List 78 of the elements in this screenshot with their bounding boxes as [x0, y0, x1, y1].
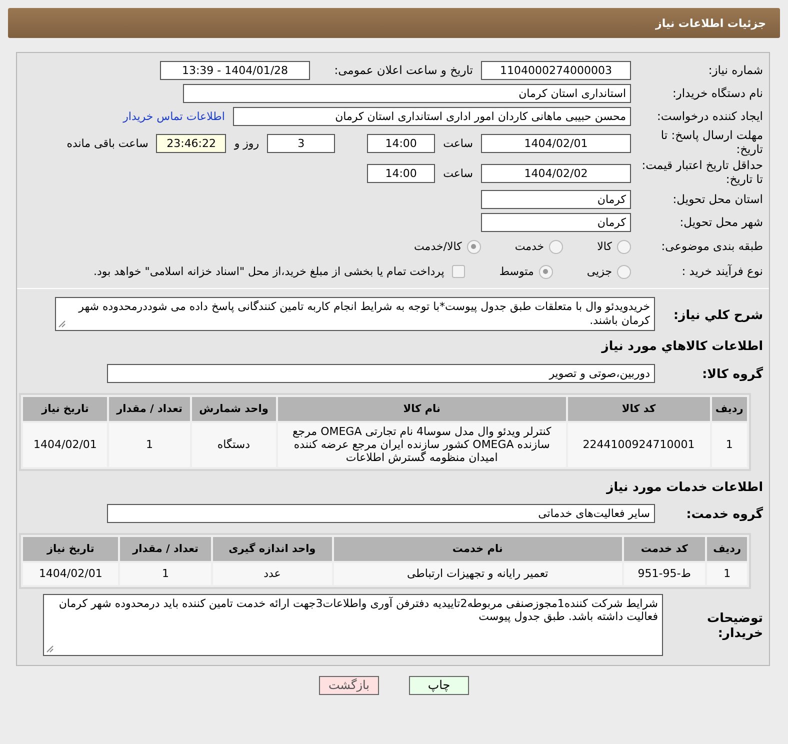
- creator-field: محسن حبیبی ماهانی کاردان امور اداری استانداری استان کرمان: [233, 107, 631, 126]
- column-header: واحد اندازه گیری: [212, 536, 332, 561]
- field-label: گروه کالا:: [701, 366, 763, 380]
- resize-grip-icon[interactable]: [58, 320, 66, 328]
- buyer-org-field: استانداری استان کرمان: [183, 84, 631, 103]
- remaining-label: ساعت باقی مانده: [66, 136, 148, 150]
- table-cell: کنترلر ویدئو وال مدل سوسا4 نام تجارتی OMEGA مرجع سازنده OMEGA کشور سازنده ایران مرجع عرضه کننده امیدان منظومه گسترش اطلاعات: [278, 423, 566, 467]
- date-field: 1404/02/01: [481, 134, 631, 152]
- radio-button[interactable]: [538, 264, 553, 278]
- description-field[interactable]: خریدویدئو وال با متعلقات طبق جدول پیوست*با توجه به شرایط انجام کاربه تامین کنندگانی پاسخ داده می شوددرمحدوده شهر کرمان باشند.: [55, 297, 655, 331]
- resize-grip-icon[interactable]: [46, 644, 54, 653]
- print-button[interactable]: چاپ: [409, 676, 469, 695]
- time-label: ساعت: [443, 166, 473, 180]
- table-cell: تعمیر رایانه و تجهیزات ارتباطی: [334, 562, 622, 585]
- field-label: شهر محل تحویل:: [678, 216, 763, 230]
- radio-button[interactable]: [617, 264, 631, 278]
- column-header: تاریخ نیاز: [23, 397, 108, 421]
- checkbox-label: پرداخت تمام یا بخشی از مبلغ خرید،از محل "اسناد خزانه اسلامی" خواهد بود.: [94, 265, 444, 278]
- radio-button[interactable]: [549, 240, 564, 254]
- field-label: طبقه بندی موضوعی:: [660, 240, 763, 254]
- field-label: استان محل تحویل:: [672, 192, 763, 206]
- table-cell: دستگاه: [192, 423, 276, 467]
- column-header: ردیف: [712, 397, 747, 421]
- days-field: 3: [267, 134, 336, 152]
- checkbox[interactable]: [452, 265, 466, 278]
- field-label: توضیحات خریدار:: [706, 610, 763, 640]
- days-label: روز و: [234, 136, 260, 150]
- date-field: 1404/02/02: [481, 164, 631, 182]
- announce-date-field: 1404/01/28 - 13:39: [160, 61, 310, 80]
- radio-label: کالا: [597, 240, 612, 253]
- radio-button[interactable]: [617, 240, 631, 254]
- column-header: نام خدمت: [334, 536, 622, 561]
- time-label: ساعت: [443, 136, 473, 150]
- column-header: واحد شمارش: [192, 397, 276, 421]
- field-label: حداقل تاریخ اعتبار قیمت: تا تاریخ:: [640, 159, 763, 187]
- radio-label: متوسط: [499, 265, 534, 278]
- table-cell: 1: [120, 562, 211, 585]
- field-label: ایجاد کننده درخواست:: [656, 110, 763, 124]
- remaining-time-field: 23:46:22: [156, 134, 226, 152]
- page-header: جزئیات اطلاعات نیاز: [8, 8, 780, 38]
- field-label: شماره نیاز:: [707, 64, 763, 78]
- column-header: تعداد / مقدار: [120, 536, 211, 561]
- section-title: اطلاعات کالاهاي مورد نياز: [600, 338, 763, 352]
- time-field: 14:00: [367, 134, 436, 152]
- radio-label: خدمت: [514, 240, 544, 253]
- table-cell: 1: [712, 423, 747, 467]
- contact-link[interactable]: اطلاعات تماس خریدار: [123, 110, 225, 123]
- section-title: اطلاعات خدمات مورد نياز: [605, 479, 763, 494]
- field-label: شرح کلي نياز:: [672, 306, 763, 322]
- radio-label: جزیی: [586, 265, 612, 278]
- column-header: کد کالا: [568, 397, 710, 421]
- table-cell: 1: [707, 562, 747, 585]
- service-group-field: سایر فعالیت‌های خدماتی: [107, 504, 655, 524]
- radio-label: کالا/خدمت: [414, 240, 462, 253]
- table-cell: 1404/02/01: [23, 423, 108, 467]
- time-field: 14:00: [367, 164, 436, 182]
- table-cell: عدد: [212, 562, 332, 585]
- goods-group-field: دوربین،صوتی و تصویر: [107, 364, 655, 382]
- province-field: کرمان: [481, 190, 631, 209]
- table-cell: ط-95-951: [624, 562, 706, 585]
- table-cell: 1404/02/01: [23, 562, 118, 585]
- column-header: نام کالا: [278, 397, 566, 421]
- radio-button[interactable]: [466, 240, 481, 254]
- table-cell: 1: [109, 423, 190, 467]
- column-header: ردیف: [707, 536, 747, 561]
- column-header: کد خدمت: [624, 536, 706, 561]
- city-field: کرمان: [481, 213, 631, 232]
- field-label: تاریخ و ساعت اعلان عمومی:: [333, 64, 473, 78]
- field-label: نوع فرآیند خرید :: [680, 264, 763, 278]
- table-cell: 2244100924710001: [568, 423, 710, 467]
- back-button[interactable]: بازگشت: [319, 676, 379, 695]
- column-header: تاریخ نیاز: [23, 536, 118, 561]
- field-label: مهلت ارسال پاسخ: تا تاریخ:: [660, 129, 763, 157]
- field-label: گروه خدمت:: [685, 506, 763, 522]
- field-label: نام دستگاه خریدار:: [671, 86, 763, 100]
- column-header: تعداد / مقدار: [109, 397, 190, 421]
- buyer-notes-field[interactable]: شرایط شرکت کننده1مجوزصنفی مربوطه2تاییدیه دفترفن آوری واطلاعات3جهت ارائه خدمت تامین کننده باید درمحدوده شهر کرمان فعالیت داشته باشد. طبق جدول پیوست: [43, 594, 663, 656]
- need-number-field: 1104000274000003: [481, 61, 631, 80]
